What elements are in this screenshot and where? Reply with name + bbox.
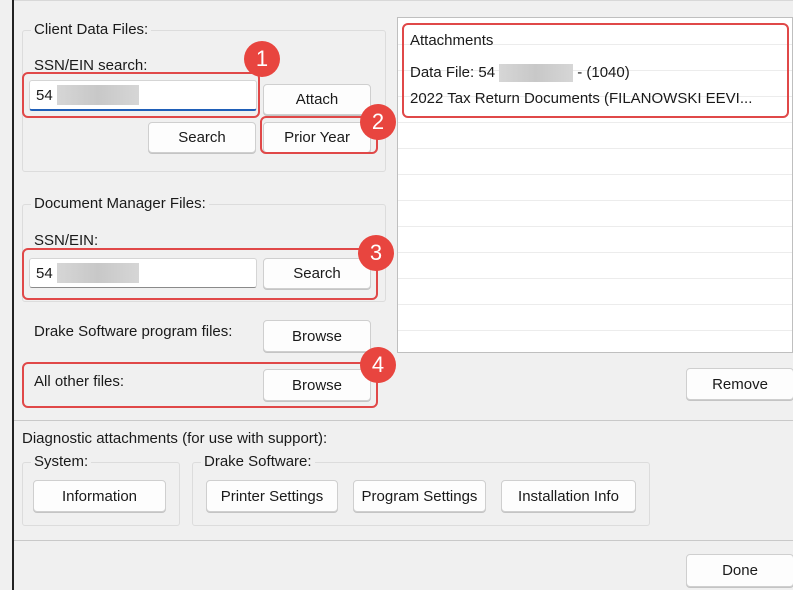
list-row: [398, 148, 792, 175]
drake-program-browse-button[interactable]: Browse: [263, 320, 371, 352]
step-badge-2: 2: [360, 104, 396, 140]
list-row: [398, 226, 792, 253]
system-title: System:: [31, 453, 92, 470]
program-settings-button[interactable]: Program Settings: [353, 480, 486, 512]
list-row: [398, 200, 792, 227]
drake-software-title: Drake Software:: [201, 453, 315, 470]
highlight-3-box: [22, 248, 378, 300]
highlight-1-box: [22, 72, 260, 118]
list-row: [398, 330, 792, 352]
printer-settings-button[interactable]: Printer Settings: [206, 480, 338, 512]
doc-ssn-ein-label: SSN/EIN:: [34, 232, 99, 249]
list-row: [398, 174, 792, 201]
diagnostic-title: Diagnostic attachments (for use with sup…: [22, 430, 328, 447]
document-manager-title: Document Manager Files:: [31, 195, 209, 212]
step-badge-1: 1: [244, 41, 280, 77]
client-search-button[interactable]: Search: [148, 122, 256, 153]
step-badge-4: 4: [360, 347, 396, 383]
installation-info-button[interactable]: Installation Info: [501, 480, 636, 512]
list-row: [398, 252, 792, 279]
attach-button[interactable]: Attach: [263, 84, 371, 115]
list-row: [398, 278, 792, 305]
client-data-title: Client Data Files:: [31, 21, 152, 38]
highlight-attachments-box: [402, 23, 789, 118]
step-badge-3: 3: [358, 235, 394, 271]
drake-program-files-label: Drake Software program files:: [34, 323, 233, 340]
window-top-edge: [12, 0, 793, 1]
done-button[interactable]: Done: [686, 554, 793, 587]
footer-divider: [14, 540, 793, 541]
remove-button[interactable]: Remove: [686, 368, 793, 400]
list-row: [398, 304, 792, 331]
window-left-border: [12, 0, 14, 590]
list-row: [398, 122, 792, 149]
section-divider: [14, 420, 793, 421]
information-button[interactable]: Information: [33, 480, 166, 512]
highlight-4-box: [22, 362, 378, 408]
